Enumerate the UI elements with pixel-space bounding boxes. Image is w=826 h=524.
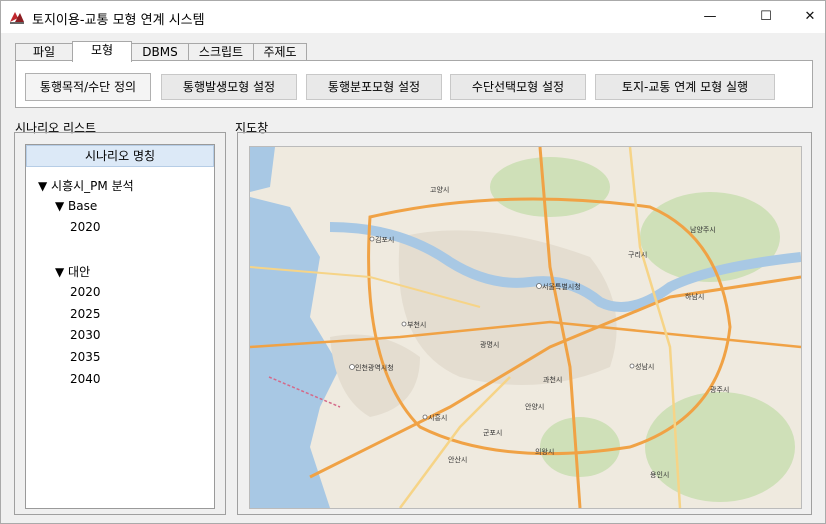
- tab-model[interactable]: 모형: [72, 41, 132, 62]
- tree-item-alt-2025[interactable]: 2025: [70, 307, 101, 321]
- city-marker-gimpo: [369, 236, 375, 242]
- tree-group-base[interactable]: ▼ Base: [55, 199, 97, 213]
- scenario-tree[interactable]: [25, 144, 215, 509]
- park-south: [540, 417, 620, 477]
- main-window: 토지이용-교통 모형 연계 시스템 — ☐ ✕ 파일 모형 DBMS 스크립트 …: [0, 0, 826, 524]
- city-marker-siheung: [422, 414, 428, 420]
- map-label-gwangju: 광주시: [710, 386, 729, 394]
- tree-group-alternative[interactable]: ▼ 대안: [55, 263, 90, 280]
- park-southeast: [645, 392, 795, 502]
- map-label-seongnam: 성남시: [635, 362, 654, 371]
- city-marker-seongnam: [629, 363, 635, 369]
- map-label-anyang: 안양시: [525, 402, 544, 411]
- map-label-uiwang: 의왕시: [535, 447, 554, 456]
- city-marker-incheon: [349, 364, 355, 370]
- map-label-ansan: 안산시: [448, 455, 467, 464]
- tab-dbms[interactable]: DBMS: [131, 43, 189, 61]
- park-north: [490, 157, 610, 217]
- tree-item-base-2020[interactable]: 2020: [70, 220, 101, 234]
- map-label-goyang: 고양시: [430, 186, 449, 194]
- close-button[interactable]: ✕: [787, 1, 826, 33]
- title-bar: 토지이용-교통 모형 연계 시스템 — ☐ ✕: [1, 1, 825, 33]
- tab-file[interactable]: 파일: [15, 43, 73, 61]
- map-label-gwangmyeong: 광명시: [480, 340, 499, 349]
- city-marker-seoul: [536, 283, 542, 289]
- map-label-seoul: 서울특별시청: [542, 282, 581, 291]
- map-view[interactable]: 서울특별시청 인천광역시청 김포시 부천시 구리시 하남시 광명시 안양시 과천…: [249, 146, 802, 509]
- map-label-yongin: 용인시: [650, 470, 669, 479]
- tab-script[interactable]: 스크립트: [188, 43, 254, 61]
- city-marker-bucheon: [401, 321, 407, 327]
- minimize-button[interactable]: —: [687, 1, 733, 33]
- map-label-incheon: 인천광역시청: [355, 363, 394, 372]
- map-label-gimpo: 김포시: [375, 236, 394, 244]
- model-toolbar: 통행목적/수단 정의 통행발생모형 설정 통행분포모형 설정 수단선택모형 설정…: [15, 60, 813, 108]
- scenario-name-header[interactable]: 시나리오 명칭: [26, 145, 214, 167]
- tab-thematic-map[interactable]: 주제도: [253, 43, 307, 61]
- map-label-hanam: 하남시: [685, 292, 704, 301]
- window-title: 토지이용-교통 모형 연계 시스템: [32, 13, 205, 28]
- maximize-button[interactable]: ☐: [743, 1, 789, 33]
- tree-item-alt-2040[interactable]: 2040: [70, 372, 101, 386]
- map-label-bucheon: 부천시: [407, 320, 426, 329]
- tree-item-alt-2035[interactable]: 2035: [70, 350, 101, 364]
- trip-distribution-button[interactable]: 통행분포모형 설정: [306, 74, 442, 100]
- mode-choice-button[interactable]: 수단선택모형 설정: [450, 74, 586, 100]
- map-label-gunpo: 군포시: [483, 429, 502, 437]
- trip-purpose-mode-button[interactable]: 통행목적/수단 정의: [25, 73, 151, 101]
- map-label-gwacheon: 과천시: [543, 375, 562, 384]
- map-label-guri: 구리시: [628, 250, 647, 259]
- tree-item-alt-2030[interactable]: 2030: [70, 328, 101, 342]
- tree-root-siheung[interactable]: ▼ 시흥시_PM 분석: [38, 177, 134, 194]
- map-canvas[interactable]: 서울특별시청 인천광역시청 김포시 부천시 구리시 하남시 광명시 안양시 과천…: [250, 147, 801, 508]
- app-logo-icon: [10, 12, 24, 24]
- trip-generation-button[interactable]: 통행발생모형 설정: [161, 74, 297, 100]
- map-label-siheung: 시흥시: [428, 413, 447, 422]
- run-landuse-transport-button[interactable]: 토지-교통 연계 모형 실행: [595, 74, 775, 100]
- tree-item-alt-2020[interactable]: 2020: [70, 285, 101, 299]
- map-label-namyangju: 남양주시: [690, 225, 716, 234]
